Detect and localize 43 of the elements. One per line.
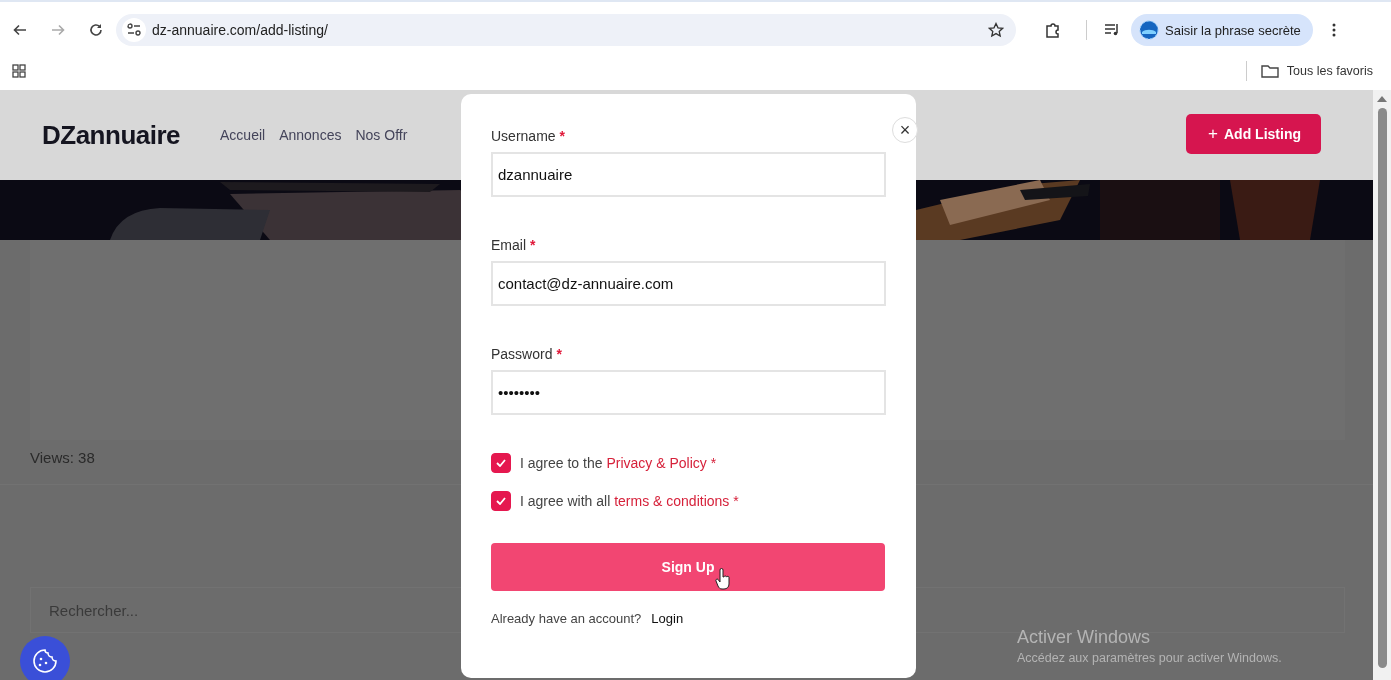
add-listing-button[interactable]: + Add Listing <box>1186 114 1321 154</box>
field-label: Email * <box>491 237 537 253</box>
folder-icon <box>1260 64 1279 78</box>
apps-icon[interactable] <box>12 64 26 78</box>
agreement-text: I agree with all terms & conditions * <box>520 493 739 509</box>
checkbox[interactable] <box>491 453 511 473</box>
activation-text: Accédez aux paramètres pour activer Windows. <box>1017 651 1282 665</box>
agreement-link[interactable]: Privacy & Policy <box>606 455 707 471</box>
address-bar[interactable]: dz-annuaire.com/add-listing/ <box>116 14 1016 46</box>
scrollbar[interactable] <box>1373 90 1391 680</box>
sign-up-button[interactable]: Sign Up <box>491 543 885 591</box>
globe-avatar-icon <box>1139 20 1159 40</box>
login-link[interactable]: Login <box>651 611 684 626</box>
nav-link[interactable]: Nos Offr <box>355 127 408 143</box>
account-prompt: Already have an account? <box>491 611 642 626</box>
agreement-text: I agree to the Privacy & Policy * <box>520 455 717 471</box>
star-icon[interactable] <box>988 22 1004 38</box>
views-count: Views: 38 <box>30 449 95 466</box>
site-logo[interactable]: DZannuaire <box>42 119 181 151</box>
scroll-up-icon[interactable] <box>1377 96 1387 102</box>
url-text: dz-annuaire.com/add-listing/ <box>152 22 328 38</box>
back-icon[interactable] <box>12 22 28 38</box>
field-label: Password * <box>491 346 563 362</box>
checkmark-icon <box>496 459 506 467</box>
cookie-icon <box>32 648 58 674</box>
input-field[interactable]: •••••••• <box>491 370 886 415</box>
checkmark-icon <box>496 497 506 505</box>
bookmarks-folder[interactable]: Tous les favoris <box>1260 64 1373 78</box>
site-settings-icon[interactable] <box>122 18 146 42</box>
scrollbar-thumb[interactable] <box>1377 108 1387 668</box>
profile-button[interactable]: Saisir la phrase secrète <box>1131 14 1313 46</box>
reload-icon[interactable] <box>88 22 104 38</box>
activation-title: Activer Windows <box>1017 627 1152 648</box>
hand-cursor-icon <box>715 568 731 590</box>
input-field[interactable]: contact@dz-annuaire.com <box>491 261 886 306</box>
nav-link[interactable]: Accueil <box>220 127 266 143</box>
extensions-icon[interactable] <box>1044 21 1062 39</box>
agreement-link[interactable]: terms & conditions <box>614 493 730 509</box>
nav-link[interactable]: Annonces <box>279 127 342 143</box>
field-label: Username * <box>491 128 567 144</box>
checkbox[interactable] <box>491 491 511 511</box>
menu-icon[interactable] <box>1330 22 1337 38</box>
input-field[interactable]: dzannuaire <box>491 152 886 197</box>
